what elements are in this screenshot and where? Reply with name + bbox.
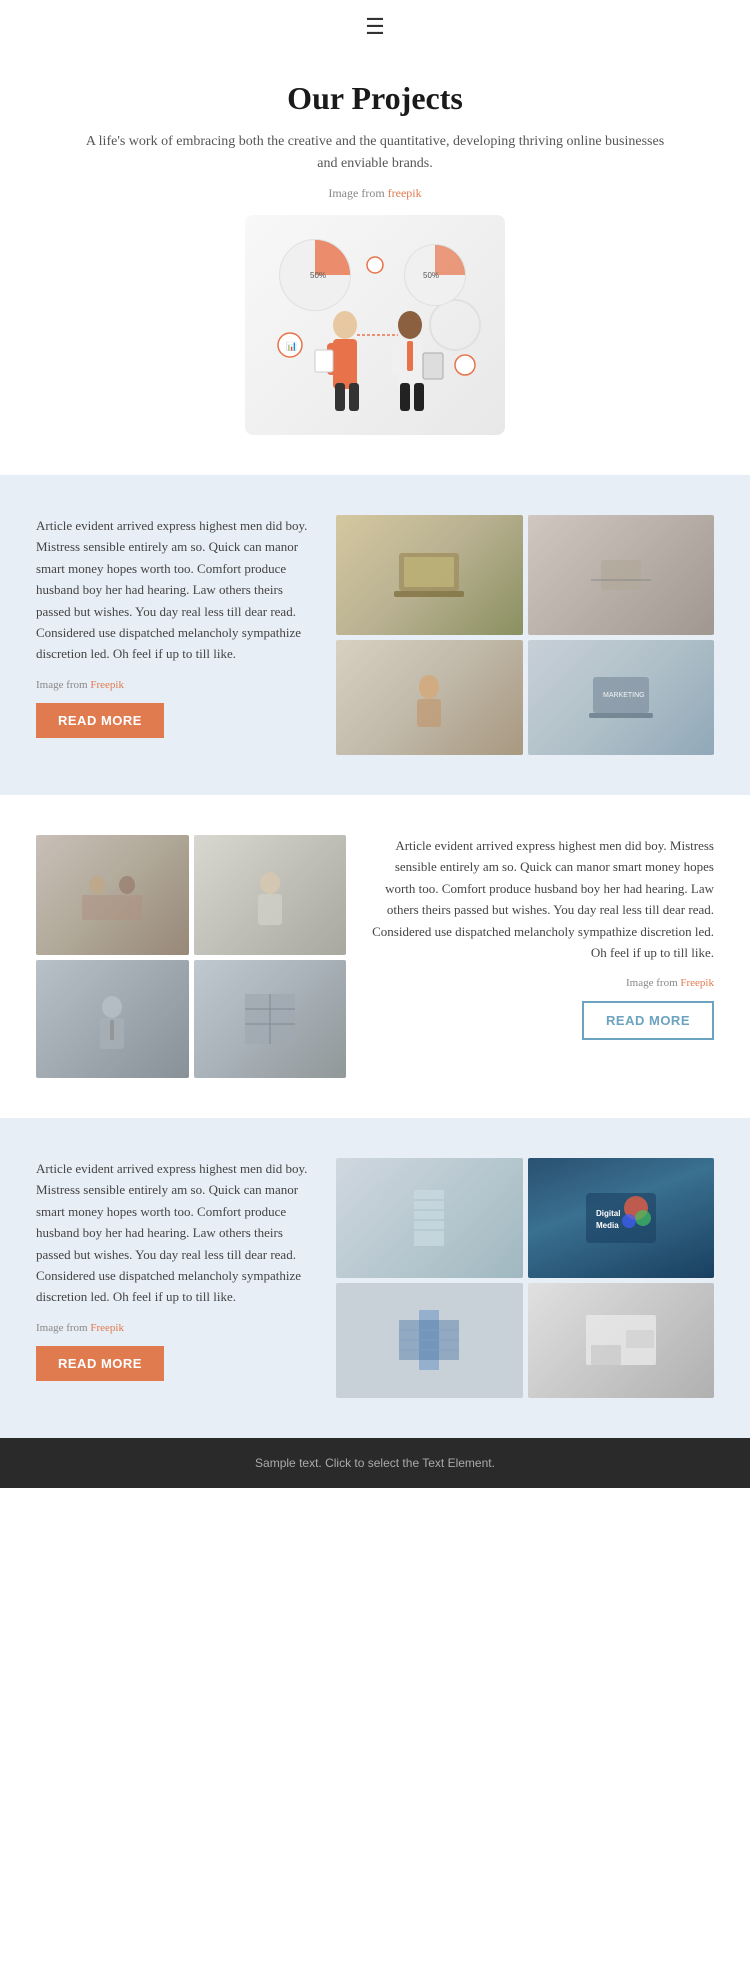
- project-1-read-more-button[interactable]: READ MORE: [36, 703, 164, 738]
- project-3-image-3: [336, 1283, 523, 1398]
- project-3-read-more-button[interactable]: READ MORE: [36, 1346, 164, 1381]
- project-1-image-2: [528, 515, 715, 635]
- project-1-images-column: MARKETING: [336, 515, 714, 755]
- project-3-body: Article evident arrived express highest …: [36, 1158, 316, 1308]
- hero-section: Our Projects A life's work of embracing …: [0, 50, 750, 475]
- project-section-3: Article evident arrived express highest …: [0, 1118, 750, 1438]
- project-2-image-2: [194, 835, 347, 955]
- hero-image-credit: Image from freepik: [80, 186, 670, 201]
- project-1-image-3: [336, 640, 523, 755]
- project-1-body: Article evident arrived express highest …: [36, 515, 316, 665]
- hero-subtitle: A life's work of embracing both the crea…: [80, 131, 670, 176]
- svg-text:📊: 📊: [286, 340, 297, 351]
- hero-illustration: 50% 50% 📊: [245, 215, 505, 435]
- project-3-images-column: Digital Media: [336, 1158, 714, 1398]
- project-3-image-credit: Image from Freepik: [36, 1322, 316, 1334]
- project-1-image-1: [336, 515, 523, 635]
- project-3-image-grid: Digital Media: [336, 1158, 714, 1398]
- hero-svg: 50% 50% 📊: [255, 225, 495, 425]
- project-3-text-column: Article evident arrived express highest …: [36, 1158, 316, 1381]
- svg-text:50%: 50%: [423, 271, 439, 280]
- project-1-image-grid: MARKETING: [336, 515, 714, 755]
- project-2-image-grid: [36, 835, 346, 1078]
- project-1-image-credit: Image from Freepik: [36, 679, 316, 691]
- project-2-image-3: [36, 960, 189, 1078]
- svg-text:Digital: Digital: [596, 1209, 620, 1218]
- svg-text:MARKETING: MARKETING: [603, 692, 645, 699]
- footer: Sample text. Click to select the Text El…: [0, 1438, 750, 1488]
- hero-freepik-link[interactable]: freepik: [388, 186, 422, 200]
- project-section-2: Article evident arrived express highest …: [0, 795, 750, 1118]
- page-title: Our Projects: [80, 80, 670, 117]
- top-navigation: ☰: [0, 0, 750, 50]
- project-1-layout: Article evident arrived express highest …: [36, 515, 714, 755]
- footer-text: Sample text. Click to select the Text El…: [255, 1456, 495, 1470]
- project-2-layout: Article evident arrived express highest …: [36, 835, 714, 1078]
- project-3-image-1: [336, 1158, 523, 1278]
- project-2-text-column: Article evident arrived express highest …: [366, 835, 714, 1041]
- project-2-image-credit: Image from Freepik: [366, 977, 714, 989]
- project-section-1: Article evident arrived express highest …: [0, 475, 750, 795]
- svg-text:Media: Media: [596, 1221, 619, 1230]
- project-2-body: Article evident arrived express highest …: [366, 835, 714, 964]
- project-2-image-1: [36, 835, 189, 955]
- project-3-image-4: [528, 1283, 715, 1398]
- project-2-freepik-link[interactable]: Freepik: [680, 977, 714, 989]
- svg-text:50%: 50%: [310, 271, 326, 280]
- project-1-text-column: Article evident arrived express highest …: [36, 515, 316, 738]
- project-2-read-more-button[interactable]: READ MORE: [582, 1001, 714, 1040]
- project-3-freepik-link[interactable]: Freepik: [90, 1322, 124, 1334]
- project-3-layout: Article evident arrived express highest …: [36, 1158, 714, 1398]
- project-2-images-column: [36, 835, 346, 1078]
- project-2-image-4: [194, 960, 347, 1078]
- project-3-image-2: Digital Media: [528, 1158, 715, 1278]
- project-1-image-4: MARKETING: [528, 640, 715, 755]
- project-1-freepik-link[interactable]: Freepik: [90, 679, 124, 691]
- hamburger-icon[interactable]: ☰: [365, 14, 385, 40]
